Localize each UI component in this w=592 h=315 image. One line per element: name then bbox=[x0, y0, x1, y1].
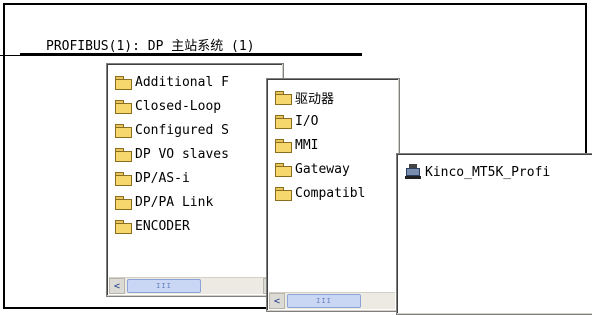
folder-icon bbox=[115, 75, 132, 90]
list-item-label: Gateway bbox=[295, 161, 350, 177]
list-item-gateway[interactable]: Gateway bbox=[275, 157, 365, 181]
list-item-dp-pa-link[interactable]: DP/PA Link bbox=[115, 190, 229, 214]
list-item-dp-vo-slaves[interactable]: DP VO slaves bbox=[115, 142, 229, 166]
list-item-mmi[interactable]: MMI bbox=[275, 133, 365, 157]
horizontal-scrollbar[interactable]: < III bbox=[269, 292, 395, 309]
folder-icon bbox=[115, 147, 132, 162]
device-icon bbox=[405, 164, 421, 180]
scroll-left-button[interactable]: < bbox=[109, 278, 125, 294]
list-item-label: DP VO slaves bbox=[135, 146, 229, 162]
horizontal-scrollbar[interactable]: < III > bbox=[109, 277, 279, 294]
list-item-kinco-device[interactable]: Kinco_MT5K_Profi bbox=[405, 160, 550, 184]
list-item-closed-loop[interactable]: Closed-Loop bbox=[115, 94, 229, 118]
list-item-label: Additional F bbox=[135, 74, 229, 90]
list-item-encoder[interactable]: ENCODER bbox=[115, 214, 229, 238]
list-item-label: DP/AS-i bbox=[135, 170, 190, 186]
catalog-list-items: 驱动器 I/O MMI Gateway Compatibl bbox=[275, 85, 365, 205]
folder-icon bbox=[275, 162, 292, 177]
profibus-line[interactable] bbox=[0, 53, 362, 56]
folder-icon bbox=[275, 90, 292, 105]
catalog-list-items: Additional F Closed-Loop Configured S DP… bbox=[115, 70, 229, 238]
scroll-left-button[interactable]: < bbox=[269, 293, 285, 309]
folder-icon bbox=[275, 186, 292, 201]
folder-icon bbox=[115, 99, 132, 114]
list-item-label: Kinco_MT5K_Profi bbox=[425, 164, 551, 180]
folder-icon bbox=[115, 171, 132, 186]
list-item-label: Compatibl bbox=[295, 185, 366, 201]
list-item-label: I/O bbox=[295, 113, 319, 129]
scroll-thumb[interactable]: III bbox=[127, 279, 201, 293]
scroll-thumb[interactable]: III bbox=[287, 294, 361, 308]
catalog-list-level3[interactable]: Kinco_MT5K_Profi bbox=[396, 153, 592, 315]
folder-icon bbox=[115, 123, 132, 138]
list-item-dp-as-i[interactable]: DP/AS-i bbox=[115, 166, 229, 190]
folder-icon bbox=[275, 138, 292, 153]
catalog-list-level1[interactable]: Additional F Closed-Loop Configured S DP… bbox=[106, 63, 284, 297]
list-item-label: Closed-Loop bbox=[135, 98, 222, 114]
list-item-label: Configured S bbox=[135, 122, 229, 138]
folder-icon bbox=[115, 219, 132, 234]
catalog-list-level2[interactable]: 驱动器 I/O MMI Gateway Compatibl < III bbox=[266, 78, 400, 312]
profibus-label[interactable]: PROFIBUS(1): DP 主站系统 (1) bbox=[46, 35, 255, 54]
list-item-label: 驱动器 bbox=[295, 91, 335, 107]
list-item-configured-s[interactable]: Configured S bbox=[115, 118, 229, 142]
list-item-label: MMI bbox=[295, 137, 319, 153]
list-item-io[interactable]: I/O bbox=[275, 109, 365, 133]
list-item-compatible[interactable]: Compatibl bbox=[275, 181, 365, 205]
catalog-list-items: Kinco_MT5K_Profi bbox=[405, 160, 550, 184]
list-item-additional-f[interactable]: Additional F bbox=[115, 70, 229, 94]
list-item-label: DP/PA Link bbox=[135, 194, 214, 210]
list-item-label: ENCODER bbox=[135, 218, 190, 234]
list-item-drives[interactable]: 驱动器 bbox=[275, 85, 365, 109]
folder-icon bbox=[115, 195, 132, 210]
folder-icon bbox=[275, 114, 292, 129]
